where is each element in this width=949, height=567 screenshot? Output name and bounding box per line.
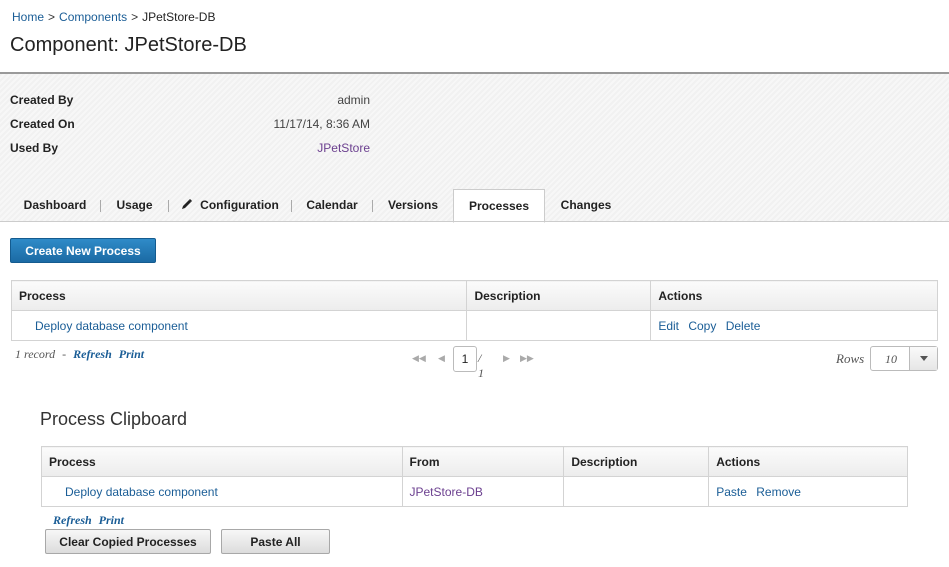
chevron-down-icon <box>920 356 928 361</box>
breadcrumb-current: JPetStore-DB <box>142 10 216 24</box>
pencil-icon <box>181 190 193 222</box>
first-page-icon[interactable]: ◀◀ <box>412 353 426 364</box>
created-on-label: Created On <box>10 117 75 131</box>
refresh-link[interactable]: Refresh <box>73 347 112 361</box>
create-new-process-button[interactable]: Create New Process <box>10 238 156 263</box>
tab-label: Changes <box>560 198 612 212</box>
tab-label: Processes <box>468 199 530 213</box>
copy-link[interactable]: Copy <box>688 319 716 333</box>
tab-changes[interactable]: Changes <box>545 189 627 222</box>
tab-dashboard[interactable]: Dashboard <box>10 189 100 222</box>
tab-label: Dashboard <box>23 198 87 212</box>
page-title: Component: JPetStore-DB <box>10 34 247 56</box>
page-number-input[interactable]: 1 <box>453 346 477 372</box>
tab-usage[interactable]: Usage <box>101 189 168 222</box>
print-link[interactable]: Print <box>119 347 144 361</box>
tab-bar-border <box>0 221 949 222</box>
created-on-value: 11/17/14, 8:36 AM <box>273 117 370 131</box>
created-by-label: Created By <box>10 93 74 107</box>
paste-link[interactable]: Paste <box>716 485 747 499</box>
used-by-link[interactable]: JPetStore <box>317 141 370 155</box>
table-row: Deploy database component Edit Copy Dele… <box>10 310 938 341</box>
paste-all-button[interactable]: Paste All <box>221 529 330 554</box>
clipboard-description <box>563 476 710 507</box>
last-page-icon[interactable]: ▶▶ <box>520 353 534 364</box>
tab-calendar[interactable]: Calendar <box>292 189 372 222</box>
process-table: Process Description Actions Deploy datab… <box>10 280 938 341</box>
clipboard-footer: Refresh Print <box>49 513 124 528</box>
tab-label: Usage <box>116 198 153 212</box>
tab-versions[interactable]: Versions <box>373 189 453 222</box>
meta-separator: - <box>62 347 67 361</box>
clipboard-from-link[interactable]: JPetStore-DB <box>410 485 483 499</box>
dropdown-button[interactable] <box>909 347 937 370</box>
record-count: 1 record <box>15 347 56 361</box>
table-header-row: Process Description Actions <box>10 280 938 311</box>
clipboard-refresh-link[interactable]: Refresh <box>53 513 92 527</box>
column-header-process[interactable]: Process <box>10 280 468 311</box>
rows-per-page-select[interactable]: 10 <box>870 346 938 371</box>
clipboard-title: Process Clipboard <box>40 409 188 429</box>
clipboard-print-link[interactable]: Print <box>99 513 124 527</box>
delete-link[interactable]: Delete <box>726 319 761 333</box>
process-link[interactable]: Deploy database component <box>35 319 188 333</box>
breadcrumb-separator: > <box>48 10 56 24</box>
tab-configuration[interactable]: Configuration <box>169 189 291 222</box>
tab-label: Calendar <box>306 198 358 212</box>
column-header-description[interactable]: Description <box>563 446 710 477</box>
column-header-description[interactable]: Description <box>466 280 652 311</box>
column-header-process[interactable]: Process <box>41 446 403 477</box>
breadcrumb: Home > Components > JPetStore-DB <box>12 10 215 24</box>
page-total: / 1 <box>478 351 484 380</box>
next-page-icon[interactable]: ▶ <box>503 353 510 364</box>
tab-processes[interactable]: Processes <box>453 189 545 223</box>
column-header-actions: Actions <box>650 280 938 311</box>
column-header-actions: Actions <box>708 446 908 477</box>
table-row: Deploy database component JPetStore-DB P… <box>41 476 908 507</box>
breadcrumb-home-link[interactable]: Home <box>12 10 44 24</box>
clear-copied-processes-button[interactable]: Clear Copied Processes <box>45 529 211 554</box>
table-header-row: Process From Description Actions <box>41 446 908 477</box>
rows-per-page-value: 10 <box>885 352 897 366</box>
created-by-value: admin <box>337 93 370 107</box>
edit-link[interactable]: Edit <box>658 319 679 333</box>
previous-page-icon[interactable]: ◀ <box>438 353 445 364</box>
breadcrumb-separator: > <box>131 10 139 24</box>
column-header-from[interactable]: From <box>401 446 565 477</box>
clipboard-table: Process From Description Actions Deploy … <box>41 446 908 507</box>
process-description <box>466 310 652 341</box>
tab-label: Configuration <box>200 198 279 212</box>
clipboard-process-link[interactable]: Deploy database component <box>65 485 218 499</box>
used-by-label: Used By <box>10 141 59 155</box>
remove-link[interactable]: Remove <box>756 485 801 499</box>
breadcrumb-components-link[interactable]: Components <box>59 10 127 24</box>
process-list-footer: 1 record - Refresh Print <box>15 347 144 362</box>
rows-label: Rows <box>836 351 865 366</box>
tab-label: Versions <box>387 198 439 212</box>
